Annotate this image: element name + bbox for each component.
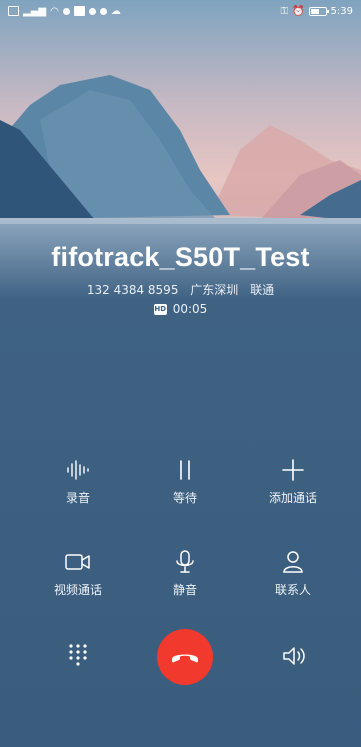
add-call-button[interactable]: 添加通话	[243, 457, 343, 506]
notification-icon	[62, 7, 70, 15]
cloud-icon: ☁	[110, 5, 121, 17]
hold-label: 等待	[172, 491, 197, 505]
video-camera-icon	[65, 554, 90, 570]
wifi-icon: ◠	[50, 5, 59, 17]
pause-icon	[180, 460, 190, 480]
hangup-button[interactable]	[157, 629, 213, 685]
sim-icon	[8, 6, 19, 16]
battery-icon	[308, 6, 329, 16]
status-right-icons: ⚿ ⏰ 5:39	[280, 6, 353, 17]
alarm-icon: ⏰	[292, 5, 305, 17]
app-icon	[73, 6, 85, 16]
hold-button[interactable]: 等待	[135, 457, 235, 506]
add-call-label: 添加通话	[268, 491, 317, 505]
caller-info: 132 4384 8595 广东深圳 联通	[0, 281, 361, 298]
plus-icon	[282, 459, 304, 481]
status-time: 5:39	[330, 5, 353, 17]
keypad-button[interactable]	[63, 640, 93, 670]
video-call-label: 视频通话	[53, 583, 102, 597]
video-call-button[interactable]: 视频通话	[28, 549, 128, 598]
call-timer-row: HD 00:05	[0, 302, 361, 316]
microphone-icon	[176, 550, 194, 573]
message-icon	[88, 7, 96, 15]
contacts-button[interactable]: 联系人	[243, 549, 343, 598]
record-button[interactable]: 录音	[28, 457, 128, 506]
status-left-icons: ▂▄▆ ◠ ☁	[8, 6, 121, 17]
caller-number: 132 4384 8595	[86, 283, 179, 297]
mute-label: 静音	[172, 583, 197, 597]
record-label: 录音	[65, 491, 90, 505]
in-call-screen: ▂▄▆ ◠ ☁ ⚿ ⏰ 5:39 fifotrack_S50T_Test 132…	[0, 0, 361, 747]
speaker-button[interactable]	[279, 641, 309, 671]
key-icon: ⚿	[280, 5, 289, 17]
app-notification-icon	[99, 7, 107, 15]
contacts-label: 联系人	[274, 583, 311, 597]
speaker-icon	[283, 647, 305, 665]
waveform-icon	[67, 460, 89, 480]
caller-location: 广东深圳	[190, 283, 239, 297]
caller-carrier: 联通	[250, 283, 275, 297]
mute-button[interactable]: 静音	[135, 549, 235, 598]
hd-icon: HD	[153, 303, 167, 315]
caller-name: fifotrack_S50T_Test	[51, 242, 310, 272]
person-icon	[283, 551, 303, 573]
call-duration: 00:05	[172, 302, 208, 316]
hangup-icon	[172, 654, 198, 663]
keypad-icon	[69, 644, 87, 666]
signal-icon: ▂▄▆	[23, 5, 47, 17]
status-bar: ▂▄▆ ◠ ☁ ⚿ ⏰ 5:39	[0, 0, 361, 22]
